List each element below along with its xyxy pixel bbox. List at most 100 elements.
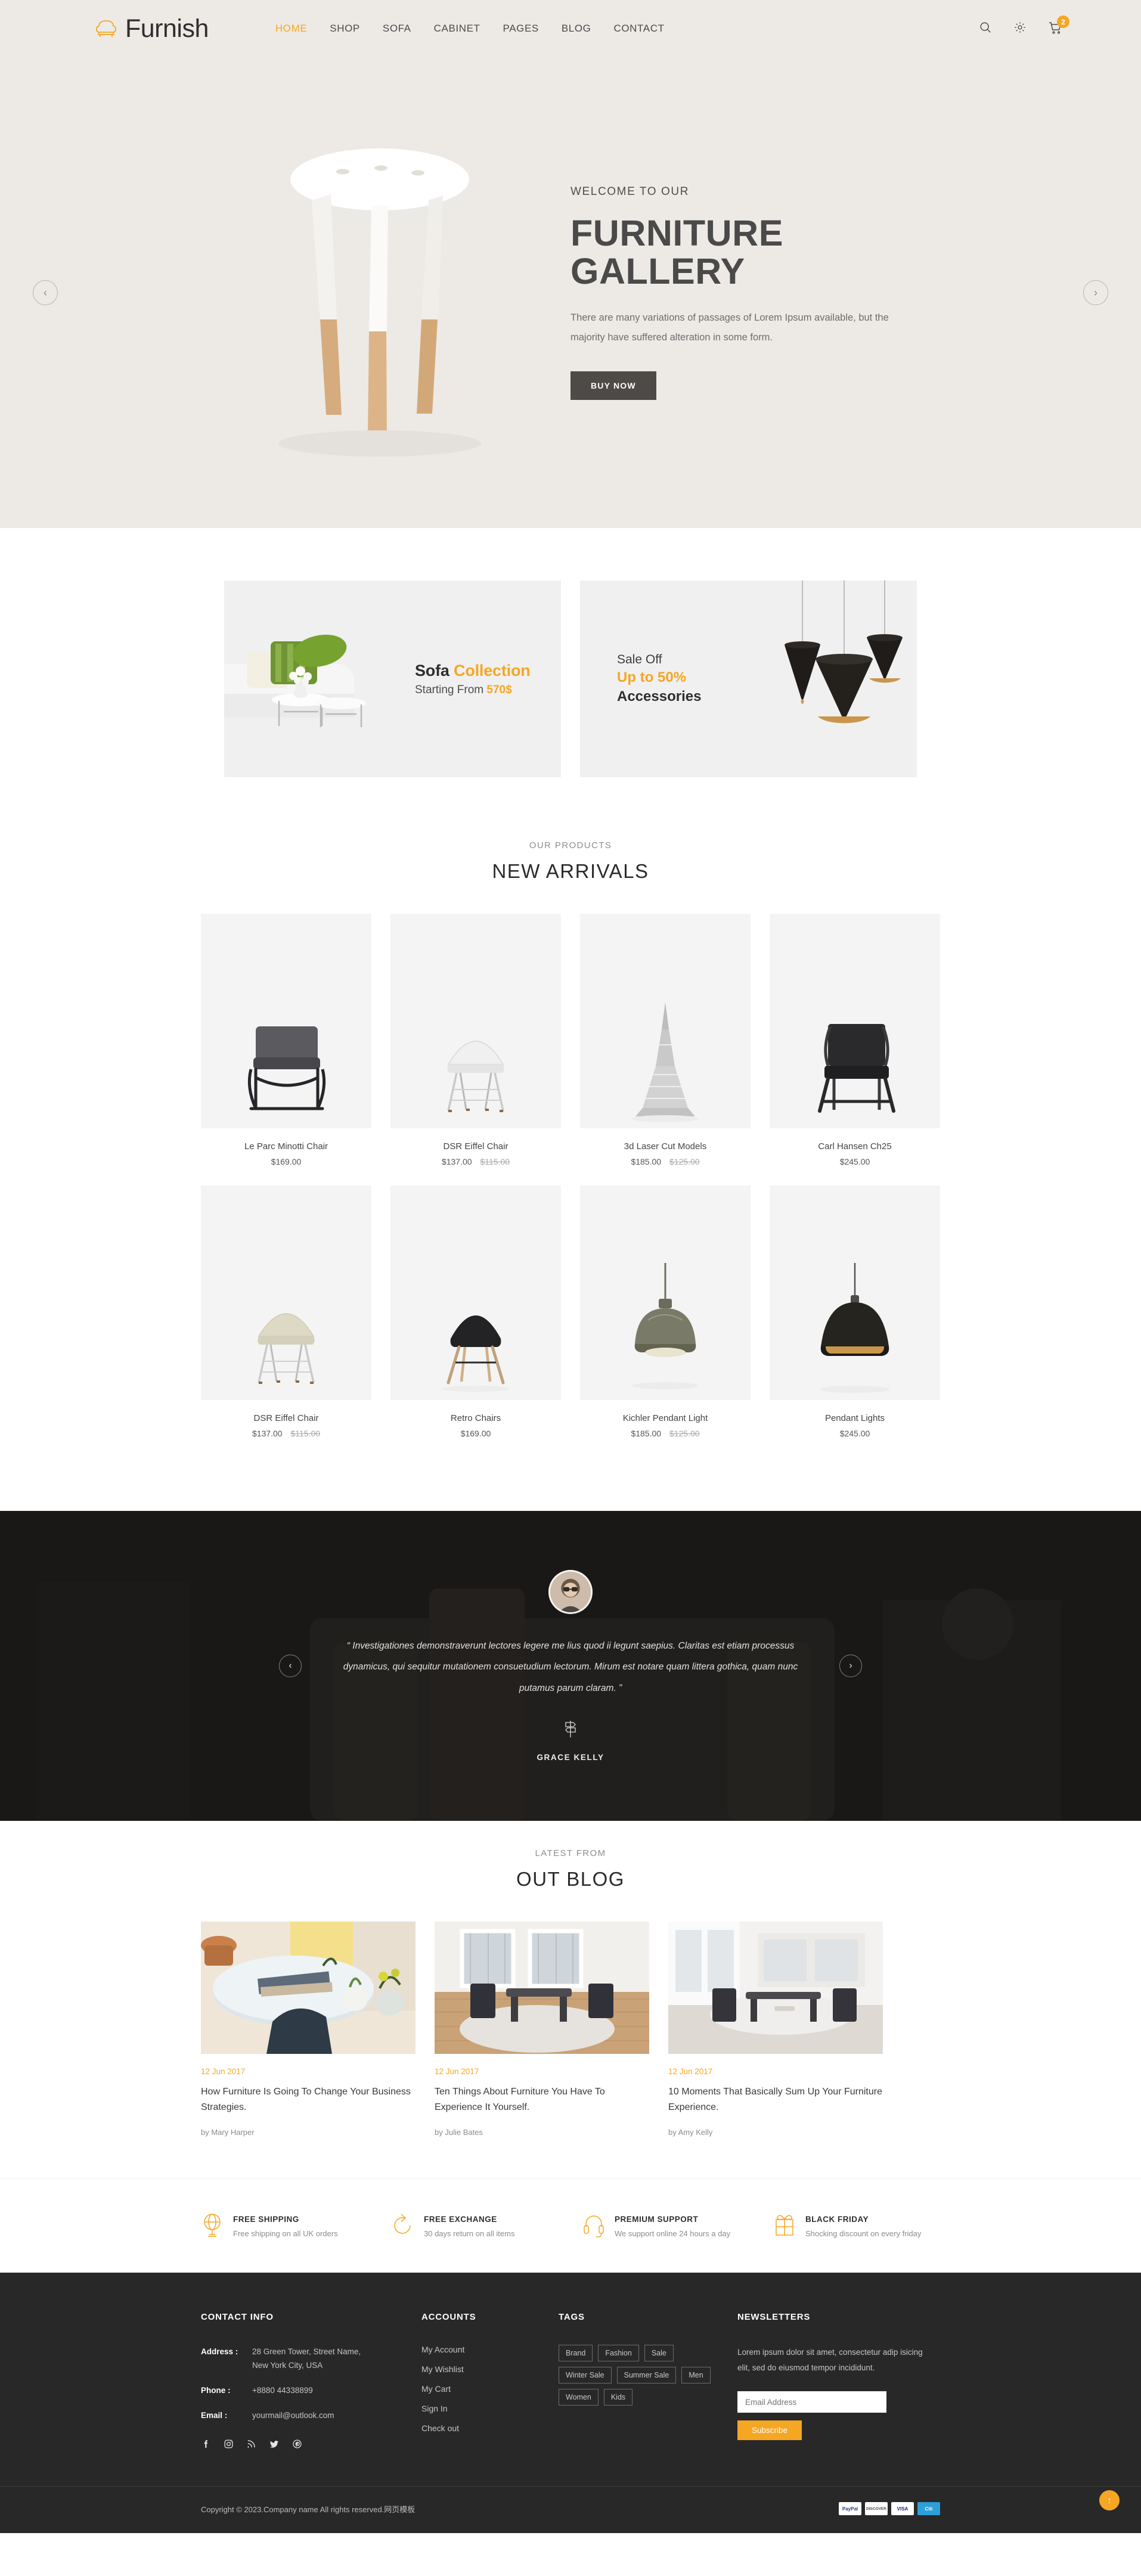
footer-link-my-account[interactable]: My Account [421,2345,559,2354]
headset-icon [582,2212,605,2240]
nav-item-cabinet[interactable]: CABINET [434,23,480,35]
header-tools: 2 [979,15,1069,36]
promo-sofa-price: 570$ [486,683,512,696]
feature-item: BLACK FRIDAY Shocking discount on every … [773,2212,940,2240]
newsletter-email-input[interactable] [737,2391,886,2413]
product-image [580,1185,751,1400]
promo-sofa-title: Sofa Collection [415,662,531,680]
footer-link-check-out[interactable]: Check out [421,2423,559,2433]
footer-address-value: 28 Green Tower, Street Name, New York Ci… [252,2345,361,2373]
blog-post-image [201,1922,416,2054]
visa-icon: VISA [891,2502,914,2516]
tag-brand[interactable]: Brand [559,2344,593,2361]
footer-link-my-wishlist[interactable]: My Wishlist [421,2364,559,2374]
product-card[interactable]: Kichler Pendant Light $185.00 $125.00 [580,1185,751,1438]
footer-email-value[interactable]: yourmail@outlook.com [252,2409,334,2423]
nav-item-sofa[interactable]: SOFA [383,23,411,35]
newsletter-subscribe-button[interactable]: Subscribe [737,2420,802,2441]
hero-slider: ‹ › WELCOME TO OUR FURNITURE GALLERY The… [0,57,1141,528]
feature-item: FREE EXCHANGE 30 days return on all item… [392,2212,559,2240]
blog-kicker: LATEST FROM [535,1848,606,1858]
footer-address-line1: 28 Green Tower, Street Name, [252,2347,361,2356]
tag-women[interactable]: Women [559,2388,599,2406]
product-current-price: $245.00 [839,1157,870,1166]
footer-newsletter-heading: NEWSLETTERS [737,2311,811,2322]
product-name: DSR Eiffel Chair [443,1141,509,1152]
product-card[interactable]: Le Parc Minotti Chair $169.00 [201,914,371,1166]
footer-phone-value: +8880 44338899 [252,2386,313,2395]
product-row-1: Le Parc Minotti Chair $169.00 DSR Eiffel… [201,914,940,1166]
search-icon[interactable] [979,21,994,36]
cart-count-badge: 2 [1057,15,1069,28]
footer-social-links [201,2439,421,2453]
blog-post-image [435,1922,649,2054]
promo-sofa-subtitle: Starting From 570$ [415,684,531,697]
footer-contact-heading: CONTACT INFO [201,2311,274,2322]
blog-post-title[interactable]: Ten Things About Furniture You Have To E… [435,2084,649,2116]
feature-title: FREE SHIPPING [233,2214,299,2224]
product-name: Carl Hansen Ch25 [818,1141,892,1152]
product-card[interactable]: Retro Chairs $169.00 [390,1185,561,1438]
nav-item-blog[interactable]: BLOG [562,23,591,35]
feature-description: We support online 24 hours a day [615,2229,731,2238]
tag-fashion[interactable]: Fashion [598,2344,639,2361]
product-current-price: $245.00 [839,1429,870,1438]
testimonial-next-button[interactable]: › [839,1655,862,1677]
cart-icon[interactable]: 2 [1048,15,1069,36]
footer-link-sign-in[interactable]: Sign In [421,2404,559,2413]
blog-post-title[interactable]: 10 Moments That Basically Sum Up Your Fu… [668,2084,883,2116]
rss-icon[interactable] [246,2439,256,2453]
tag-winter-sale[interactable]: Winter Sale [559,2366,612,2383]
footer-phone-line: Phone : +8880 44338899 [201,2383,421,2398]
tag-kids[interactable]: Kids [603,2388,633,2406]
footer-tags-heading: TAGS [559,2311,585,2322]
instagram-icon[interactable] [224,2439,234,2453]
nav-item-pages[interactable]: PAGES [503,23,539,35]
main-navigation: HOME SHOP SOFA CABINET PAGES BLOG CONTAC… [275,23,665,35]
footer-email-line: Email : yourmail@outlook.com [201,2409,421,2423]
pinterest-icon[interactable] [292,2439,302,2453]
facebook-icon[interactable] [201,2439,211,2453]
twitter-icon[interactable] [269,2439,280,2453]
tag-sale[interactable]: Sale [644,2344,674,2361]
product-price: $185.00 $125.00 [580,1157,751,1166]
product-price: $169.00 [201,1157,371,1166]
feature-description: Shocking discount on every friday [805,2229,922,2238]
product-price: $137.00 $115.00 [390,1157,561,1166]
nav-item-contact[interactable]: CONTACT [613,23,664,35]
promo-sale-line2: Up to 50% [617,669,687,685]
tag-men[interactable]: Men [681,2366,711,2383]
tag-summer-sale[interactable]: Summer Sale [616,2366,677,2383]
promo-sofa-collection[interactable]: Sofa Collection Starting From 570$ [224,581,561,777]
blog-title: OUT BLOG [516,1868,625,1890]
promo-sofa-title-dark: Sofa [415,661,449,679]
footer-link-my-cart[interactable]: My Cart [421,2384,559,2394]
payment-methods: PayPal DISCOVER VISA Citi [839,2502,940,2516]
product-current-price: $185.00 [631,1429,662,1438]
blog-list: 12 Jun 2017 How Furniture Is Going To Ch… [0,1922,1141,2178]
nav-item-home[interactable]: HOME [275,23,307,35]
buy-now-button[interactable]: BUY NOW [570,371,656,401]
hero-next-button[interactable]: › [1083,280,1108,305]
promo-sale-line3: Accessories [617,688,702,704]
hero-prev-button[interactable]: ‹ [33,280,58,305]
product-card[interactable]: DSR Eiffel Chair $137.00 $115.00 [390,914,561,1166]
nav-item-shop[interactable]: SHOP [330,23,360,35]
products-kicker: OUR PRODUCTS [529,840,612,851]
blog-post-card[interactable]: 12 Jun 2017 Ten Things About Furniture Y… [435,1922,649,2137]
testimonial-prev-button[interactable]: ‹ [279,1655,302,1677]
gear-icon[interactable] [1013,21,1029,36]
site-logo[interactable]: Furnish [94,14,209,44]
blog-post-title[interactable]: How Furniture Is Going To Change Your Bu… [201,2084,416,2116]
footer-address-label: Address : [201,2347,238,2356]
product-card[interactable]: Carl Hansen Ch25 $245.00 [770,914,940,1166]
armchair-logo-icon [94,18,118,39]
product-card[interactable]: DSR Eiffel Chair $137.00 $115.00 [201,1185,371,1438]
blog-post-card[interactable]: 12 Jun 2017 How Furniture Is Going To Ch… [201,1922,416,2137]
product-card[interactable]: 3d Laser Cut Models $185.00 $125.00 [580,914,751,1166]
product-image [770,914,940,1128]
blog-post-card[interactable]: 12 Jun 2017 10 Moments That Basically Su… [668,1922,883,2137]
product-image [201,1185,371,1400]
product-card[interactable]: Pendant Lights $245.00 [770,1185,940,1438]
promo-sale-accessories[interactable]: Sale Off Up to 50% Accessories [580,581,917,777]
